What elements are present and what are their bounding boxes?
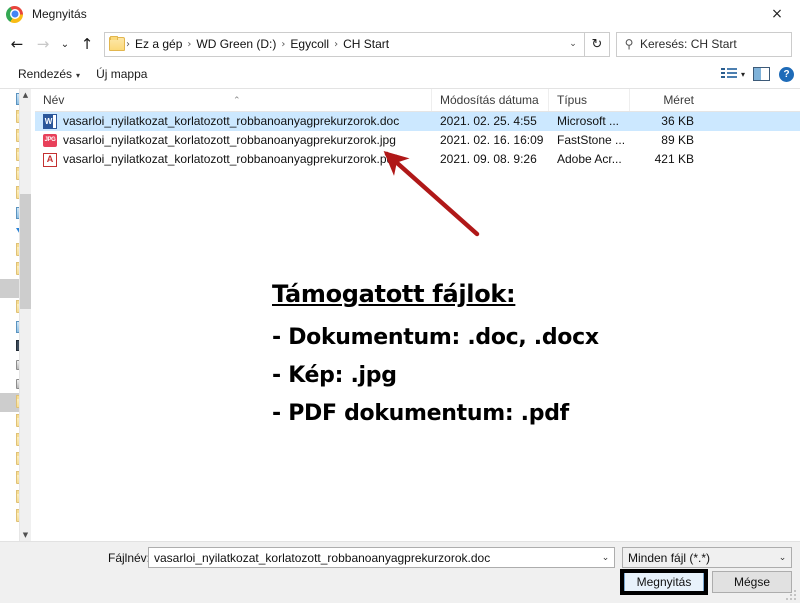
preview-pane-icon[interactable]	[753, 67, 770, 81]
breadcrumb-item-ch-start[interactable]: CH Start	[339, 37, 393, 51]
breadcrumb-item-egycoll[interactable]: Egycoll	[286, 37, 333, 51]
table-row[interactable]: JPG vasarloi_nyilatkozat_korlatozott_rob…	[35, 131, 800, 150]
column-headers: Név ⌃ Módosítás dátuma Típus Méret	[35, 89, 800, 112]
file-name: vasarloi_nyilatkozat_korlatozott_robbano…	[63, 133, 396, 147]
file-name-cell: A vasarloi_nyilatkozat_korlatozott_robba…	[35, 150, 432, 169]
sort-ascending-icon: ⌃	[233, 96, 241, 106]
column-header-date[interactable]: Módosítás dátuma	[432, 89, 549, 111]
chevron-down-icon: ▾	[76, 71, 81, 80]
scrollbar-thumb[interactable]	[20, 194, 31, 309]
column-header-type[interactable]: Típus	[549, 89, 630, 111]
column-header-name-label: Név	[43, 93, 65, 107]
search-placeholder: Keresés: CH Start	[640, 37, 737, 51]
sort-label: Rendezés	[18, 67, 73, 81]
file-type: Adobe Acr...	[557, 152, 622, 166]
breadcrumb-item-this-pc[interactable]: Ez a gép	[131, 37, 186, 51]
word-document-icon	[43, 114, 57, 129]
search-icon: ⚲	[624, 37, 634, 51]
file-type: Microsoft ...	[557, 114, 620, 128]
navigation-pane: ▲ ▼	[0, 89, 31, 541]
file-size: 421 KB	[654, 152, 694, 166]
navigation-pane-scrollbar[interactable]: ▲ ▼	[19, 89, 31, 541]
chrome-icon	[6, 5, 23, 23]
pdf-document-icon: A	[43, 152, 57, 167]
view-controls: ▾ ?	[720, 66, 794, 82]
scroll-up-icon[interactable]: ▲	[20, 89, 31, 101]
command-bar: Rendezés ▾ Új mappa ▾ ?	[0, 60, 800, 89]
file-size: 89 KB	[661, 133, 694, 147]
dialog-content: ▲ ▼ Név ⌃ Módosítás dátuma Típus Méret W…	[0, 89, 800, 541]
view-mode-icon[interactable]	[720, 67, 737, 81]
navigation-bar: ← → ⌄ ↑ › Ez a gép › WD Green (D:) › Egy…	[0, 28, 800, 60]
chevron-down-icon[interactable]: ⌄	[774, 553, 791, 563]
breadcrumb-item-drive[interactable]: WD Green (D:)	[192, 37, 280, 51]
back-icon[interactable]: ←	[4, 31, 30, 57]
file-name-cell: vasarloi_nyilatkozat_korlatozott_robbano…	[35, 112, 432, 131]
search-input[interactable]: ⚲ Keresés: CH Start	[616, 31, 792, 57]
column-header-size[interactable]: Méret	[630, 89, 704, 111]
file-name: vasarloi_nyilatkozat_korlatozott_robbano…	[63, 152, 397, 166]
close-icon[interactable]: ×	[754, 0, 800, 28]
file-size: 36 KB	[661, 114, 694, 128]
column-header-name[interactable]: Név ⌃	[35, 89, 432, 111]
file-type: FastStone ...	[557, 133, 626, 147]
title-bar: Megnyitás ×	[0, 0, 800, 28]
cancel-button[interactable]: Mégse	[712, 571, 792, 593]
refresh-icon[interactable]: ↻	[585, 31, 610, 57]
filetype-value: Minden fájl (*.*)	[628, 550, 711, 565]
file-name: vasarloi_nyilatkozat_korlatozott_robbano…	[63, 114, 400, 128]
help-icon[interactable]: ?	[779, 66, 794, 82]
chevron-down-icon[interactable]: ⌄	[564, 39, 582, 49]
table-row[interactable]: A vasarloi_nyilatkozat_korlatozott_robba…	[35, 150, 800, 169]
file-list-pane: Név ⌃ Módosítás dátuma Típus Méret vasar…	[35, 89, 800, 541]
new-folder-button[interactable]: Új mappa	[88, 64, 155, 84]
forward-icon: →	[36, 35, 50, 53]
up-icon[interactable]: ↑	[74, 31, 100, 57]
jpg-image-icon: JPG	[43, 134, 57, 147]
recent-locations-icon[interactable]: ⌄	[56, 31, 74, 57]
filename-input[interactable]: vasarloi_nyilatkozat_korlatozott_robbano…	[148, 547, 615, 568]
filename-value: vasarloi_nyilatkozat_korlatozott_robbano…	[154, 550, 491, 565]
file-name-cell: JPG vasarloi_nyilatkozat_korlatozott_rob…	[35, 131, 432, 150]
chevron-down-icon[interactable]: ▾	[739, 70, 751, 79]
chevron-down-icon[interactable]: ⌄	[597, 553, 614, 563]
open-file-dialog: Megnyitás × ← → ⌄ ↑ › Ez a gép › WD Gree…	[0, 0, 800, 603]
filename-label: Fájlnév:	[108, 551, 151, 565]
file-rows: vasarloi_nyilatkozat_korlatozott_robbano…	[35, 112, 800, 541]
scroll-down-icon[interactable]: ▼	[20, 529, 31, 541]
file-date: 2021. 02. 16. 16:09	[440, 133, 544, 147]
sort-button[interactable]: Rendezés ▾	[10, 64, 88, 84]
folder-icon	[109, 36, 125, 51]
table-row[interactable]: vasarloi_nyilatkozat_korlatozott_robbano…	[35, 112, 800, 131]
open-button[interactable]: Megnyitás	[624, 571, 704, 593]
file-date: 2021. 09. 08. 9:26	[440, 152, 537, 166]
window-title: Megnyitás	[32, 7, 87, 21]
filetype-select[interactable]: Minden fájl (*.*) ⌄	[622, 547, 792, 568]
file-date: 2021. 02. 25. 4:55	[440, 114, 537, 128]
address-bar[interactable]: › Ez a gép › WD Green (D:) › Egycoll › C…	[104, 31, 585, 57]
